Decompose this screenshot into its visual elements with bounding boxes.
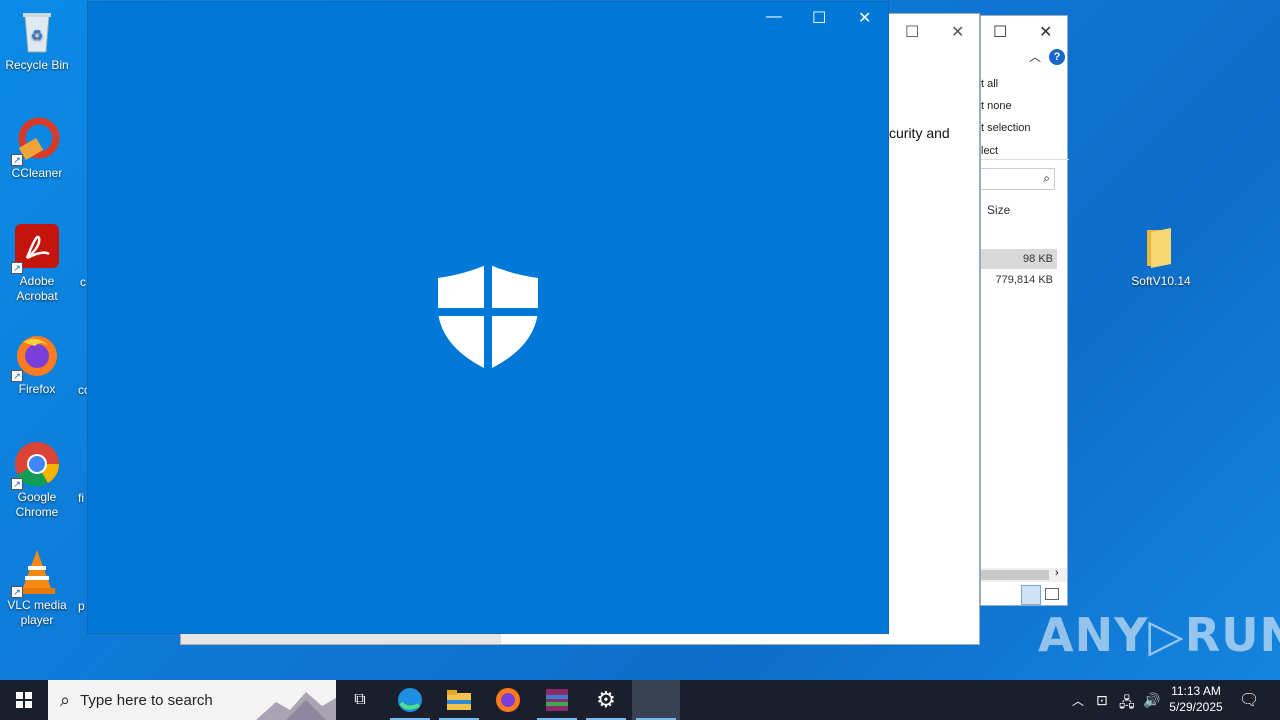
large-icons-view-icon[interactable] — [1045, 588, 1059, 600]
clock-time: 11:13 AM — [1171, 684, 1221, 698]
ribbon-select[interactable]: lect — [981, 145, 998, 157]
chevron-up-icon[interactable]: ︿ — [1029, 48, 1041, 65]
shortcut-arrow-icon: ↗ — [11, 586, 23, 598]
edge-icon — [398, 688, 422, 712]
taskbar-firefox[interactable] — [484, 680, 532, 720]
winrar-icon — [546, 689, 568, 711]
recycle-bin-label: Recycle Bin — [5, 58, 69, 72]
horizontal-scrollbar[interactable] — [181, 634, 501, 644]
ribbon-select-none[interactable]: t none — [981, 100, 1012, 112]
table-row[interactable]: 98 KB — [981, 249, 1057, 269]
notification-icon[interactable]: 🗨 — [1239, 690, 1259, 710]
firefox-icon: ↗ — [11, 332, 61, 382]
vlc-label: VLC media player — [7, 598, 67, 627]
minimize-button[interactable]: — — [766, 8, 782, 26]
taskbar-search-box[interactable]: ⌕ Type here to search — [48, 680, 336, 720]
taskbar-winrar[interactable] — [533, 680, 581, 720]
desktop-icon-ccleaner[interactable]: ↗ CCleaner — [1, 116, 73, 181]
network-icon[interactable]: 🖧 — [1119, 692, 1135, 716]
desktop-icon-recycle-bin[interactable]: ♻ Recycle Bin — [1, 8, 73, 73]
windows-logo-icon — [16, 692, 32, 708]
adobe-acrobat-label: Adobe Acrobat — [16, 274, 58, 303]
desktop-icon-adobe-acrobat[interactable]: ↗ Adobe Acrobat — [1, 224, 73, 304]
taskbar-windows-security[interactable] — [632, 680, 680, 720]
clock[interactable]: 11:13 AM 5/29/2025 — [1166, 683, 1226, 715]
shortcut-arrow-icon: ↗ — [11, 478, 23, 490]
desktop-icon-softv-folder[interactable]: SoftV10.14 — [1125, 224, 1197, 289]
close-button[interactable]: ✕ — [1039, 22, 1052, 42]
chevron-right-icon[interactable]: › — [1055, 567, 1059, 579]
chevron-up-icon[interactable]: ︿ — [1072, 692, 1084, 709]
partial-desktop-label: fi — [78, 491, 84, 505]
search-placeholder: Type here to search — [80, 691, 213, 709]
partial-desktop-label: c — [80, 275, 86, 289]
table-row[interactable]: 779,814 KB — [981, 270, 1057, 290]
details-view-icon[interactable] — [1021, 585, 1041, 605]
recycle-bin-icon: ♻ — [13, 8, 61, 56]
maximize-button[interactable]: ☐ — [993, 22, 1007, 42]
shield-icon — [438, 264, 538, 375]
softv-folder-label: SoftV10.14 — [1131, 274, 1191, 288]
file-explorer-window[interactable]: ☐ ✕ ︿ ? t all t none t selection lect ⌕ … — [980, 15, 1069, 606]
clock-date: 5/29/2025 — [1169, 700, 1223, 714]
dialog-text: curity and — [889, 125, 950, 141]
search-highlight-image-icon — [256, 692, 336, 720]
ribbon-select-all[interactable]: t all — [981, 78, 998, 90]
anyrun-watermark-logo: ANY▷RUN — [1038, 608, 1280, 662]
folder-icon — [1137, 224, 1185, 272]
shortcut-arrow-icon: ↗ — [11, 154, 23, 166]
desktop-icon-google-chrome[interactable]: ↗ Google Chrome — [1, 440, 73, 520]
windows-security-window[interactable]: — ☐ ✕ — [87, 1, 889, 634]
partial-desktop-label: p — [78, 599, 85, 613]
vlc-icon: ↗ — [11, 548, 61, 598]
svg-text:♻: ♻ — [31, 27, 44, 43]
horizontal-scrollbar[interactable]: › — [981, 567, 1067, 582]
ccleaner-icon: ↗ — [11, 116, 61, 166]
task-view-icon: ⧉ — [354, 691, 366, 708]
security-tray-icon[interactable]: ⊡ — [1096, 692, 1108, 709]
shortcut-arrow-icon: ↗ — [11, 262, 23, 274]
desktop-icon-vlc[interactable]: ↗ VLC media player — [1, 548, 73, 628]
taskbar: ⌕ Type here to search ⧉ ⚙ ︿ ⊡ 🖧 🔊 11:13 … — [0, 680, 1280, 720]
maximize-button[interactable]: ☐ — [812, 8, 826, 28]
adobe-acrobat-icon: ↗ — [11, 224, 61, 274]
scrollbar-thumb[interactable] — [981, 570, 1049, 580]
task-view-button[interactable]: ⧉ — [336, 680, 384, 720]
firefox-icon — [496, 688, 520, 712]
ribbon-invert-selection[interactable]: t selection — [981, 122, 1031, 134]
desktop-icon-firefox[interactable]: ↗ Firefox — [1, 332, 73, 397]
taskbar-file-explorer[interactable] — [435, 680, 483, 720]
taskbar-settings[interactable]: ⚙ — [582, 680, 630, 720]
shortcut-arrow-icon: ↗ — [11, 370, 23, 382]
gear-icon: ⚙ — [596, 687, 616, 712]
file-size: 779,814 KB — [995, 274, 1054, 286]
taskbar-edge[interactable] — [386, 680, 434, 720]
search-icon: ⌕ — [1043, 171, 1050, 185]
folder-icon — [447, 690, 471, 710]
firefox-label: Firefox — [18, 382, 56, 396]
google-chrome-label: Google Chrome — [15, 490, 59, 519]
file-size: 98 KB — [1023, 253, 1053, 265]
close-button[interactable]: ✕ — [951, 22, 964, 42]
help-icon[interactable]: ? — [1049, 49, 1065, 65]
maximize-button[interactable]: ☐ — [905, 22, 919, 42]
column-header-size[interactable]: Size — [987, 203, 1010, 217]
watermark-text: ANY▷RUN — [1038, 608, 1280, 662]
ccleaner-label: CCleaner — [11, 166, 63, 180]
volume-icon[interactable]: 🔊 — [1143, 692, 1160, 709]
search-box[interactable]: ⌕ — [981, 168, 1055, 190]
start-button[interactable] — [0, 680, 48, 720]
search-icon: ⌕ — [60, 689, 71, 710]
close-button[interactable]: ✕ — [858, 8, 871, 28]
chrome-icon: ↗ — [11, 440, 61, 490]
